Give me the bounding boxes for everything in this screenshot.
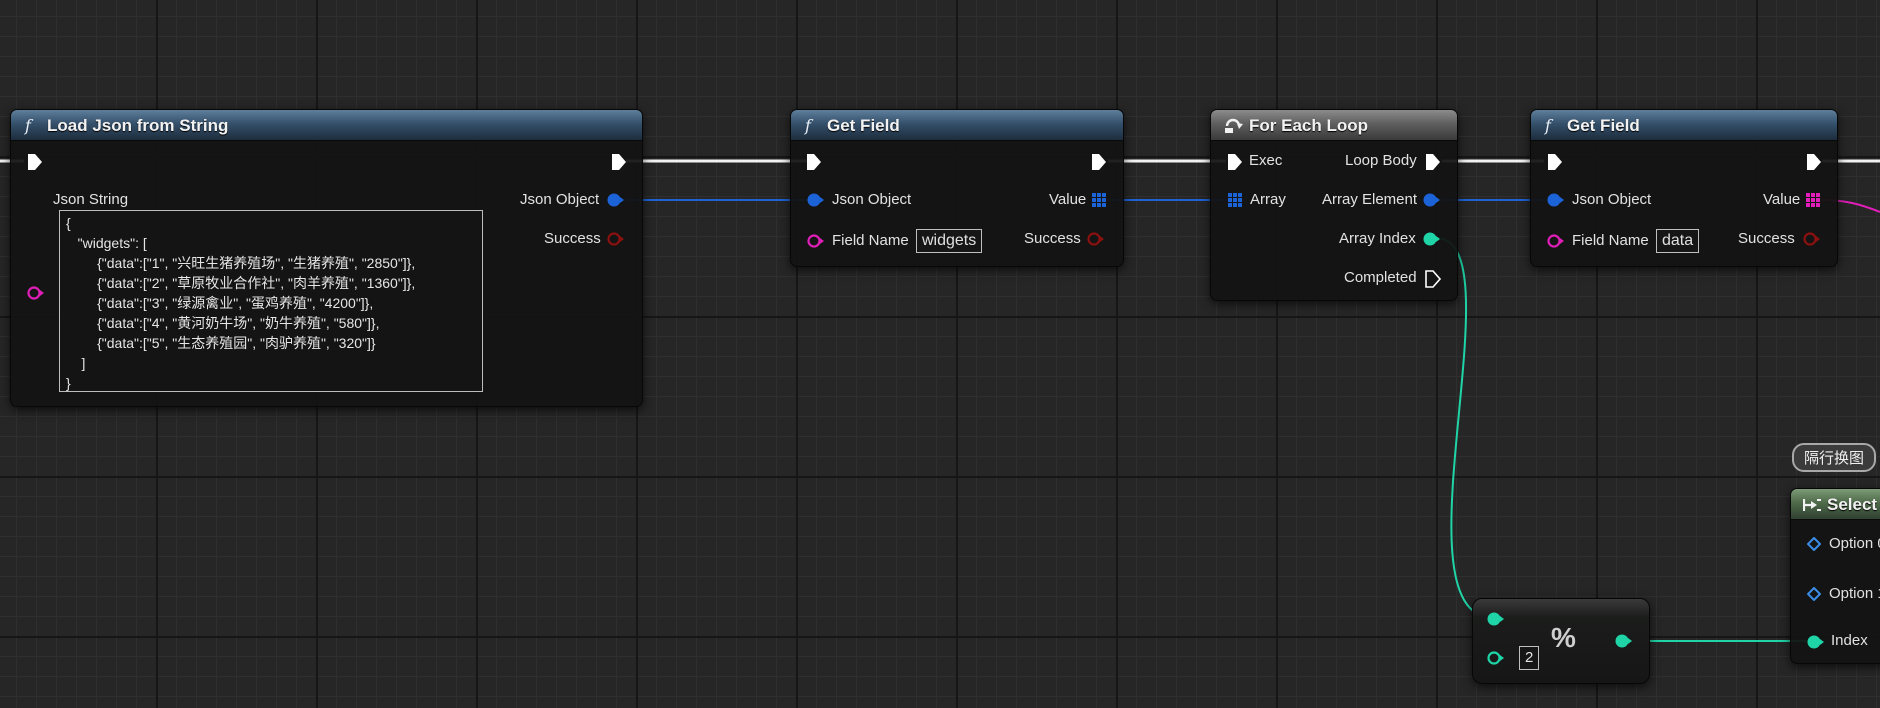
modulo-node[interactable]: 2 % (1472, 598, 1650, 684)
json-line: "widgets": [ (66, 235, 147, 251)
modulo-divisor-input[interactable]: 2 (1519, 646, 1540, 670)
exec-in-pin[interactable] (27, 153, 43, 171)
json-object-in-label: Json Object (1572, 191, 1652, 208)
index-label: Index (1831, 632, 1868, 649)
function-icon: f (805, 116, 811, 135)
value-out-label: Value (1049, 191, 1087, 208)
load-json-header[interactable]: f Load Json from String (11, 110, 642, 141)
success-out-label: Success (1738, 230, 1795, 247)
loop-body-pin[interactable] (1425, 153, 1441, 171)
option-0-pin[interactable] (1807, 537, 1821, 551)
get-field-title-2: Get Field (1567, 116, 1640, 135)
modulo-b-in-pin[interactable] (1487, 650, 1505, 666)
select-header[interactable]: Select (1791, 489, 1880, 520)
field-name-input[interactable]: widgets (916, 229, 983, 253)
json-object-in-pin[interactable] (807, 192, 825, 208)
value-out-label: Value (1763, 191, 1801, 208)
get-field-node-1[interactable]: f Get Field Json Object Value Field Name… (790, 109, 1124, 267)
loop-body-label: Loop Body (1345, 152, 1417, 169)
load-json-node[interactable]: f Load Json from String Json String { "w… (10, 109, 643, 407)
array-index-pin[interactable] (1423, 231, 1441, 247)
exec-label: Exec (1249, 152, 1283, 169)
for-each-loop-node[interactable]: For Each Loop Exec Loop Body Array Array… (1210, 109, 1458, 301)
exec-in-pin[interactable] (806, 153, 822, 171)
json-object-in-label: Json Object (832, 191, 912, 208)
select-title: Select (1827, 495, 1878, 514)
modulo-symbol: % (1551, 622, 1576, 653)
option-0-label: Option 0 (1829, 535, 1880, 552)
json-string-pin[interactable] (27, 285, 45, 301)
exec-in-pin[interactable] (1227, 153, 1243, 171)
get-field-node-2[interactable]: f Get Field Json Object Value Field Name… (1530, 109, 1838, 267)
option-1-label: Option 1 (1829, 585, 1880, 602)
json-object-out-pin[interactable] (607, 192, 625, 208)
exec-in-pin[interactable] (1547, 153, 1563, 171)
function-icon: f (25, 116, 31, 135)
select-icon (1803, 499, 1821, 511)
exec-out-pin[interactable] (1091, 153, 1107, 171)
field-name-label: Field Name (1572, 232, 1649, 249)
json-line: {"data":["5", "生态养殖园", "肉驴养殖", "320"]} (66, 335, 376, 351)
loop-icon (1225, 118, 1243, 133)
array-index-label: Array Index (1339, 230, 1416, 247)
array-element-label: Array Element (1322, 191, 1418, 208)
load-json-title: Load Json from String (47, 116, 229, 135)
success-out-label: Success (544, 230, 601, 247)
option-1-pin[interactable] (1807, 587, 1821, 601)
exec-out-pin[interactable] (1806, 153, 1822, 171)
json-string-input[interactable]: { "widgets": [ {"data":["1", "兴旺生猪养殖场", … (59, 210, 483, 392)
for-each-loop-header[interactable]: For Each Loop (1211, 110, 1457, 141)
array-element-pin[interactable] (1423, 192, 1441, 208)
json-line: ] (66, 355, 86, 371)
success-out-pin[interactable] (1803, 231, 1821, 247)
get-field-title-1: Get Field (827, 116, 900, 135)
json-line: {"data":["3", "绿源禽业", "蛋鸡养殖", "4200"]}, (66, 295, 374, 311)
field-name-in-pin[interactable] (1547, 233, 1565, 249)
get-field-header-2[interactable]: f Get Field (1531, 110, 1837, 141)
json-line: } (66, 375, 71, 391)
index-in-pin[interactable] (1807, 634, 1825, 650)
completed-label: Completed (1344, 269, 1417, 286)
json-line: {"data":["4", "黄河奶牛场", "奶牛养殖", "580"]}, (66, 315, 380, 331)
modulo-out-pin[interactable] (1615, 633, 1633, 649)
modulo-a-in-pin[interactable] (1487, 611, 1505, 627)
value-array-out-pin[interactable] (1092, 193, 1107, 208)
success-out-pin[interactable] (1087, 231, 1105, 247)
json-line: {"data":["1", "兴旺生猪养殖场", "生猪养殖", "2850"]… (66, 255, 416, 271)
for-each-loop-title: For Each Loop (1249, 116, 1368, 135)
value-array-out-pin[interactable] (1806, 193, 1821, 208)
completed-pin[interactable] (1425, 270, 1441, 288)
success-out-pin[interactable] (607, 231, 625, 247)
select-node[interactable]: Select Option 0 Option 1 Index (1790, 488, 1880, 664)
get-field-header-1[interactable]: f Get Field (791, 110, 1123, 141)
array-in-pin[interactable] (1228, 193, 1243, 208)
select-comment-bubble[interactable]: 隔行换图 (1792, 443, 1877, 472)
exec-out-pin[interactable] (611, 153, 627, 171)
json-object-out-label: Json Object (520, 191, 600, 208)
json-object-in-pin[interactable] (1547, 192, 1565, 208)
function-icon: f (1545, 116, 1551, 135)
field-name-input[interactable]: data (1656, 229, 1700, 253)
field-name-label: Field Name (832, 232, 909, 249)
success-out-label: Success (1024, 230, 1081, 247)
json-string-label: Json String (53, 191, 129, 208)
array-label: Array (1250, 191, 1286, 208)
json-line: {"data":["2", "草原牧业合作社", "肉羊养殖", "1360"]… (66, 275, 416, 291)
field-name-in-pin[interactable] (807, 233, 825, 249)
json-line: { (66, 215, 71, 231)
